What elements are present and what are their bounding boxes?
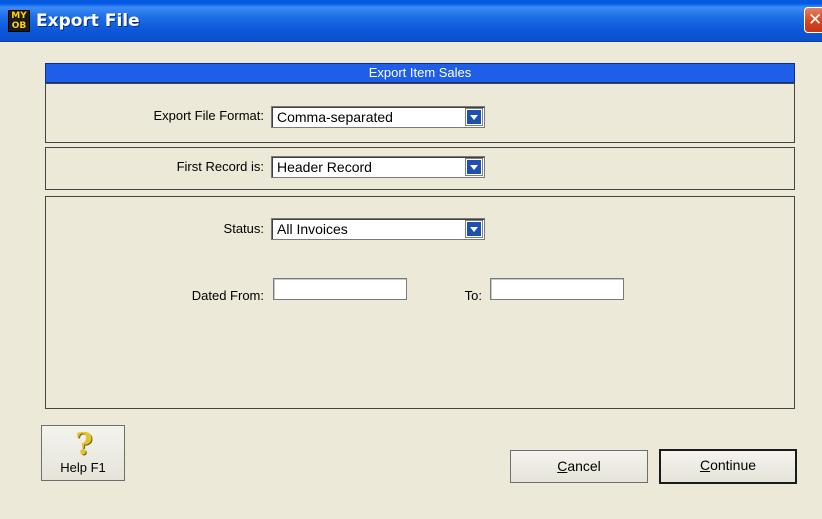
export-file-dialog: MY OB Export File ✕ Export Item Sales Ex…	[0, 0, 822, 519]
continue-accelerator: C	[699, 457, 711, 473]
help-button[interactable]: ? Help F1	[41, 425, 125, 481]
first-record-label: First Record is:	[176, 159, 264, 174]
app-icon-text-bottom: OB	[11, 21, 27, 31]
to-label: To:	[464, 288, 482, 303]
status-label: Status:	[223, 221, 264, 236]
myob-logo-icon: MY OB	[8, 10, 30, 32]
status-select[interactable]: All Invoices	[271, 218, 485, 240]
status-value: All Invoices	[277, 221, 348, 237]
app-icon-text-top: MY	[11, 11, 27, 21]
close-button[interactable]: ✕	[804, 7, 822, 33]
continue-button[interactable]: Continue	[659, 449, 797, 484]
cancel-accelerator: C	[557, 458, 568, 474]
continue-label-rest: ontinue	[710, 457, 757, 473]
close-icon: ✕	[808, 10, 822, 30]
export-item-sales-header: Export Item Sales	[45, 63, 795, 83]
window-title: Export File	[36, 11, 140, 31]
export-format-value: Comma-separated	[277, 109, 393, 125]
export-format-label: Export File Format:	[153, 108, 264, 123]
dated-from-input[interactable]	[273, 278, 407, 300]
chevron-down-icon[interactable]	[465, 108, 483, 126]
cancel-label-rest: ancel	[567, 458, 601, 474]
export-format-select[interactable]: Comma-separated	[271, 106, 485, 128]
to-date-input[interactable]	[490, 278, 624, 300]
question-mark-icon: ?	[75, 427, 93, 462]
help-label: Help F1	[60, 460, 106, 475]
title-bar[interactable]: MY OB Export File ✕	[0, 0, 822, 42]
cancel-button[interactable]: Cancel	[510, 450, 648, 483]
first-record-select[interactable]: Header Record	[271, 156, 485, 178]
chevron-down-icon[interactable]	[465, 158, 483, 176]
chevron-down-icon[interactable]	[465, 220, 483, 238]
first-record-value: Header Record	[277, 159, 372, 175]
dated-from-label: Dated From:	[191, 288, 264, 303]
